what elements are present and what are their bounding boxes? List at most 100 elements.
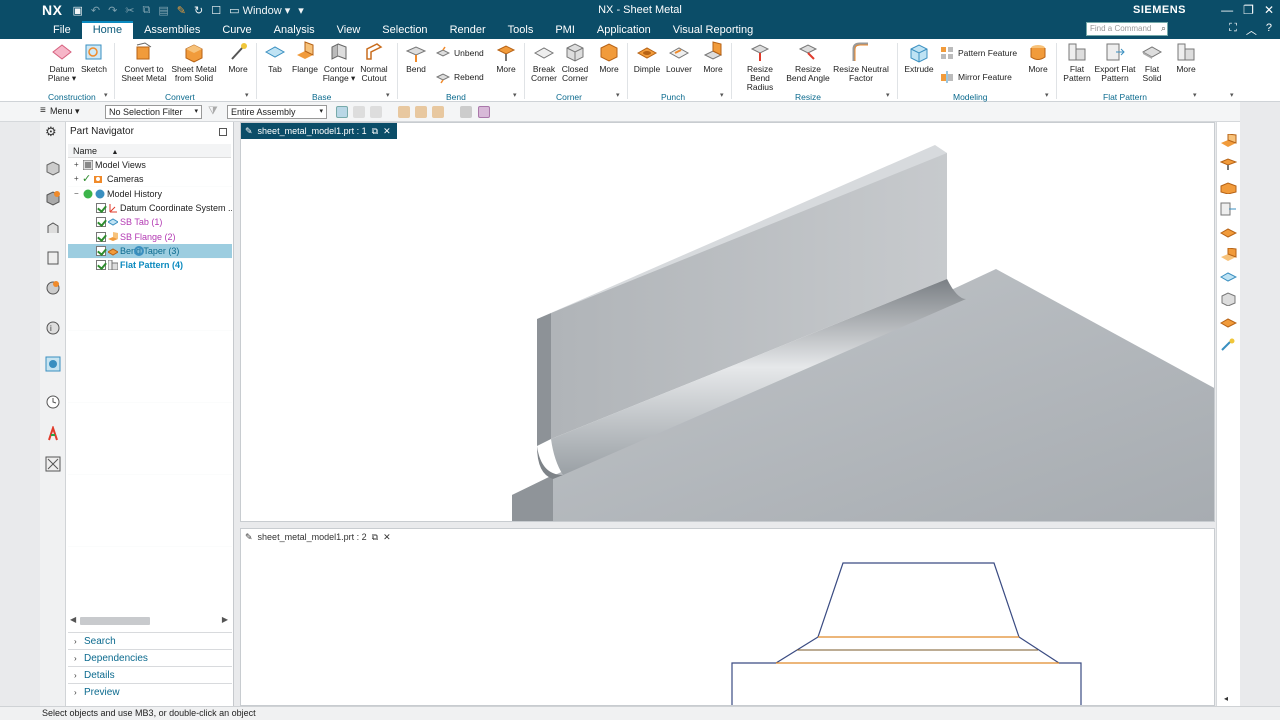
sheet-metal-from-solid-button[interactable]: Sheet Metal from Solid [170,41,218,83]
tree-row-flat-pattern[interactable]: Flat Pattern (4) [68,258,232,272]
show-hide-icon[interactable] [460,106,472,118]
hd3d-tools-icon[interactable] [45,280,61,296]
graphics-tab-1[interactable]: ✎ sheet_metal_model1.prt : 1 ⧉ ✕ [241,123,397,139]
touch-mode-icon[interactable]: ☐ [211,4,221,17]
louver-icon[interactable] [1220,316,1237,330]
expand-icon[interactable]: + [74,158,79,172]
redo-icon[interactable]: ↷ [108,4,117,17]
menu-button[interactable]: Menu ▾ [50,106,80,117]
close-tab-icon[interactable]: ✕ [383,529,391,545]
mirror-feature-button[interactable]: Mirror Feature [940,70,1012,84]
normal-cutout-button[interactable]: Normal Cutout [358,41,390,83]
resize-bend-radius-button[interactable]: Resize Bend Radius [736,41,784,92]
scrollbar-thumb[interactable] [80,617,150,625]
help-icon[interactable]: ? [1266,22,1272,38]
flat-pattern-button[interactable]: Flat Pattern [1061,41,1093,83]
scroll-right-icon[interactable]: ▶ [222,615,228,624]
closed-corner-button[interactable]: Closed Corner [560,41,590,83]
resize-neutral-factor-button[interactable]: Resize Neutral Factor [833,41,889,83]
bend-button[interactable]: Bend [402,41,430,74]
resize-bend-angle-button[interactable]: Resize Bend Angle [786,41,830,83]
roles-tools-icon[interactable] [45,456,61,472]
flat-solid-button[interactable]: Flat Solid [1138,41,1166,83]
modeling-more-button[interactable]: More [1024,41,1052,74]
palette-icon[interactable] [45,356,61,372]
flange-icon[interactable] [1220,134,1237,148]
web-browser-icon[interactable]: i [45,320,61,336]
corner-more-button[interactable]: More [595,41,623,74]
tree-row-bend-taper[interactable]: Bend Taper (3) [68,243,232,258]
tab-curve[interactable]: Curve [211,21,262,39]
convert-to-sheet-metal-button[interactable]: Convert to Sheet Metal [120,41,168,83]
2d-profile-view[interactable] [241,545,1214,705]
snap-midpoint-icon[interactable] [415,106,427,118]
select-feature-icon[interactable] [336,106,348,118]
punch-more-button[interactable]: More [699,41,727,74]
dimple-icon[interactable] [1220,226,1237,240]
group-expand-icon[interactable]: ▾ [245,91,249,99]
tree-row-model-views[interactable]: + Model Views [68,158,232,172]
tab-feature-button[interactable]: Tab [262,41,288,74]
break-corner-button[interactable]: Break Corner [529,41,559,83]
visibility-checkbox[interactable] [96,217,106,228]
convert-more-button[interactable]: More [224,41,252,74]
minimize-icon[interactable]: — [1221,3,1233,17]
select-face-icon[interactable] [353,106,365,118]
group-expand-icon[interactable]: ▾ [104,91,108,99]
column-header-name[interactable]: Name ▲ [68,144,231,158]
copy-icon[interactable]: ⧉ [143,4,151,17]
command-finder-icon[interactable]: ✎ [177,4,186,17]
unbend-button[interactable]: Unbend [436,46,484,60]
bend-icon[interactable] [1220,156,1237,170]
3d-sheet-metal-model[interactable] [241,139,1214,521]
section-dependencies[interactable]: › Dependencies [68,649,232,666]
select-edge-icon[interactable] [370,106,382,118]
graphics-tab-2[interactable]: ✎ sheet_metal_model1.prt : 2 ⧉ ✕ [241,529,397,545]
snap-control-icon[interactable] [432,106,444,118]
navigator-horizontal-scrollbar[interactable]: ◀ ▶ [70,615,230,626]
pattern-feature-button[interactable]: Pattern Feature [940,46,1017,60]
visibility-checkbox[interactable] [96,202,106,213]
section-details[interactable]: › Details [68,666,232,683]
search-icon[interactable]: ⌕ [1161,23,1166,34]
group-expand-icon[interactable]: ▾ [386,91,390,99]
tree-row-sb-tab[interactable]: SB Tab (1) [68,215,232,229]
extrude-button[interactable]: Extrude [903,41,935,74]
detach-window-icon[interactable]: ⧉ [372,529,378,545]
settings-gear-icon[interactable]: ⚙ [45,124,61,140]
group-expand-icon[interactable]: ▾ [720,91,724,99]
customize-qa-icon[interactable]: ▾ [298,4,304,17]
group-expand-icon[interactable]: ▾ [886,91,890,99]
datum-plane-button[interactable]: Datum Plane ▾ [46,41,78,83]
tab-home[interactable]: Home [81,21,134,39]
history-clock-icon[interactable] [45,394,61,410]
group-expand-icon[interactable]: ▾ [1045,91,1049,99]
visibility-checkbox[interactable] [96,260,106,271]
graphics-window-2[interactable]: ✎ sheet_metal_model1.prt : 2 ⧉ ✕ [240,528,1215,706]
visibility-checkbox[interactable] [96,231,106,242]
expand-icon[interactable]: + [74,172,79,186]
assembly-navigator-icon[interactable] [45,160,61,176]
save-icon[interactable]: ▣ [72,4,82,17]
corner-icon[interactable] [1220,180,1237,194]
tree-row-model-history[interactable]: − Model History [68,187,232,201]
cut-icon[interactable]: ✂ [125,4,134,17]
tab-view[interactable]: View [326,21,372,39]
tab-file[interactable]: File [42,21,82,39]
tree-row-sb-flange[interactable]: SB Flange (2) [68,230,232,244]
tab-analysis[interactable]: Analysis [263,21,326,39]
fullscreen-icon[interactable]: ⛶ [1229,22,1237,38]
filter-view-icon[interactable] [478,106,490,118]
reuse-library-icon[interactable] [45,250,61,266]
find-command-input[interactable]: Find a Command [1086,22,1168,36]
system-materials-icon[interactable] [45,426,61,442]
group-expand-icon[interactable]: ▾ [1193,91,1197,99]
flange-button[interactable]: Flange [290,41,320,74]
rebend-button[interactable]: Rebend [436,70,484,84]
tree-row-datum-csys[interactable]: Datum Coordinate System ... [68,201,232,215]
filter-icon[interactable]: ⧩ [208,105,218,118]
tab-tools[interactable]: Tools [497,21,545,39]
tab-assemblies[interactable]: Assemblies [133,21,211,39]
close-tab-icon[interactable]: ✕ [383,123,391,139]
restore-icon[interactable]: ❐ [1243,3,1254,17]
